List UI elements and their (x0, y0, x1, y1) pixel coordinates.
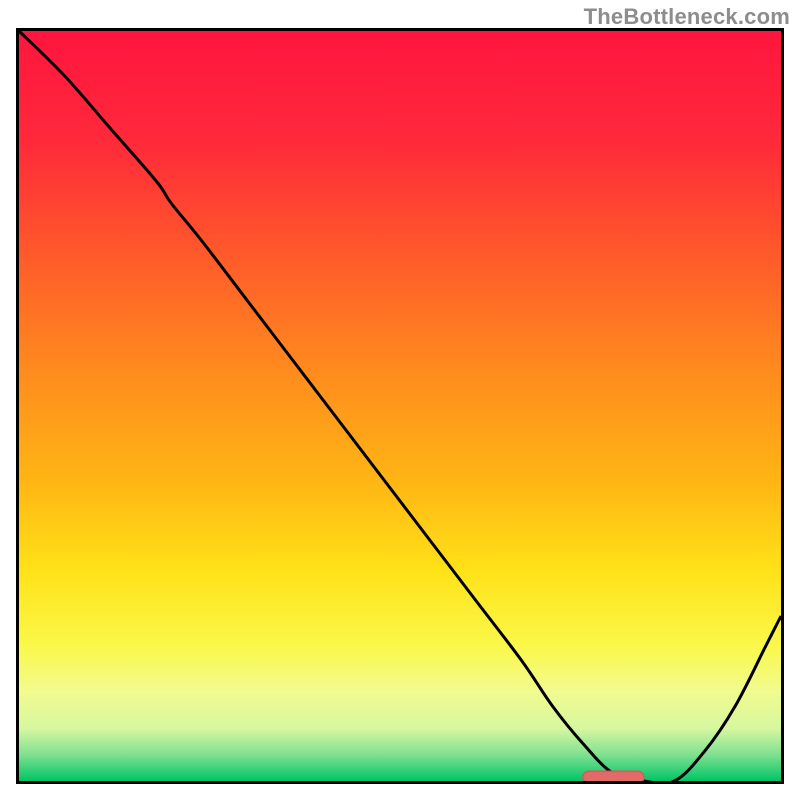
gradient-background (19, 31, 781, 781)
plot-area (16, 28, 784, 784)
optimal-range-marker (583, 771, 644, 781)
chart-svg (19, 31, 781, 781)
watermark-text: TheBottleneck.com (584, 4, 790, 30)
bottleneck-chart: TheBottleneck.com (0, 0, 800, 800)
